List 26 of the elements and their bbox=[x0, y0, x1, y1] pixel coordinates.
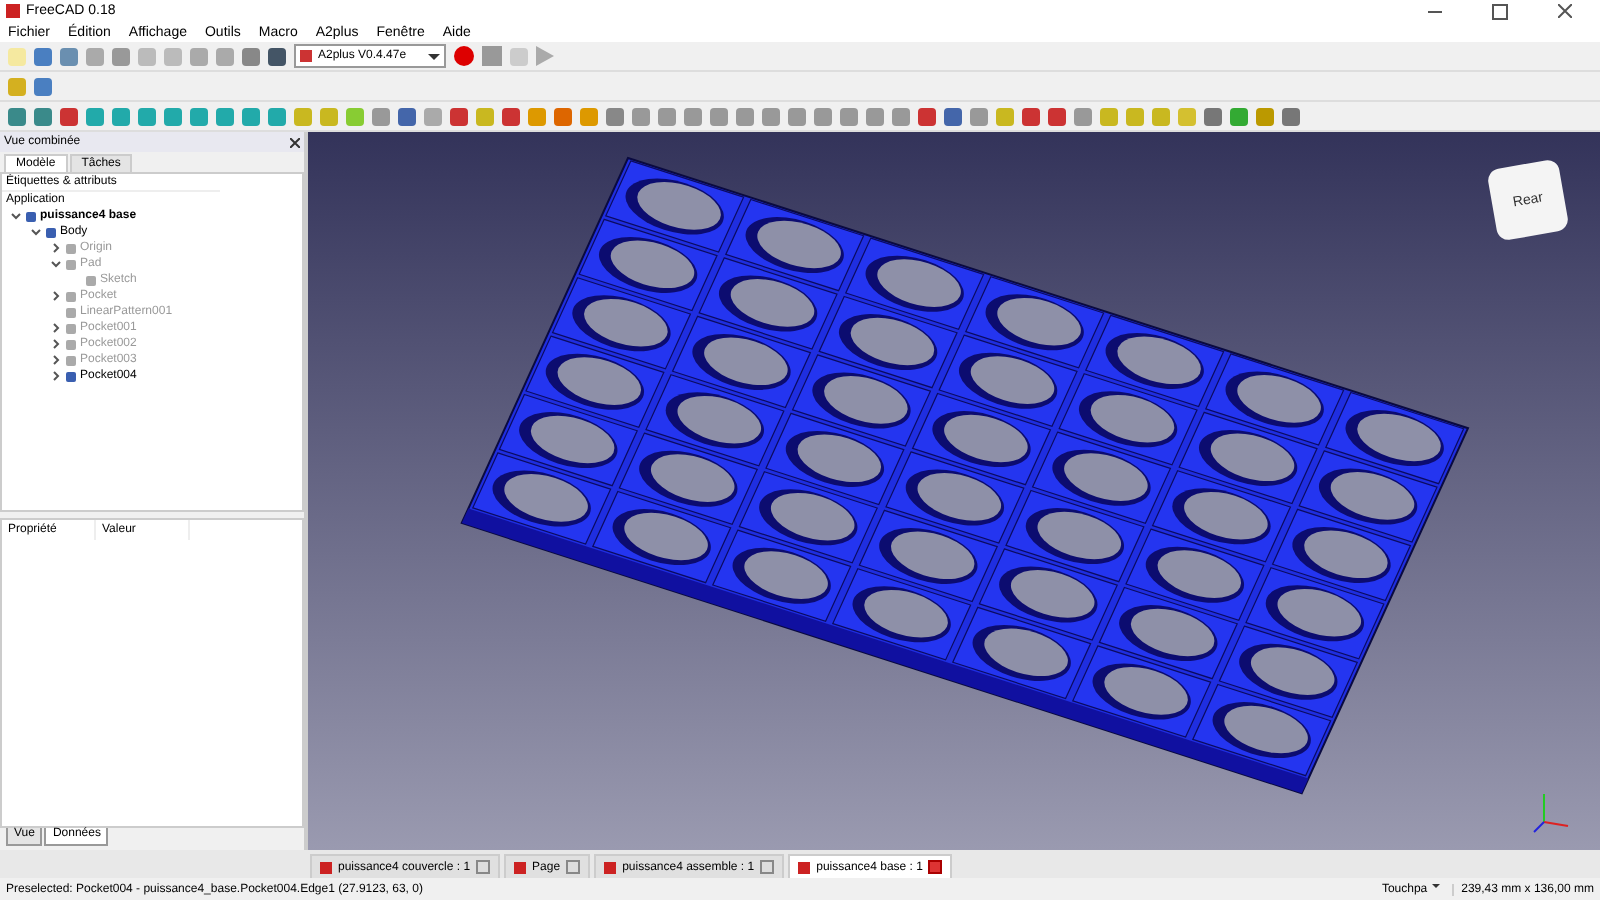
document-icon bbox=[514, 861, 527, 873]
document-icon bbox=[320, 861, 332, 873]
document-icon bbox=[604, 861, 617, 873]
expand-chevron-icon[interactable] bbox=[50, 242, 62, 254]
part-icon[interactable] bbox=[8, 77, 26, 95]
collapse-chevron-icon[interactable] bbox=[10, 210, 22, 222]
maximize-icon[interactable] bbox=[1492, 3, 1508, 19]
axis-icon bbox=[1532, 790, 1572, 834]
expand-chevron-icon[interactable] bbox=[50, 322, 62, 334]
caret-icon bbox=[428, 53, 440, 65]
play-icon[interactable] bbox=[536, 46, 554, 66]
collapse-chevron-icon[interactable] bbox=[50, 258, 62, 270]
collapse-chevron-icon[interactable] bbox=[30, 226, 42, 238]
folder-icon[interactable] bbox=[34, 77, 52, 95]
close-icon[interactable] bbox=[928, 860, 943, 874]
record-macro-icon[interactable] bbox=[454, 46, 474, 66]
workbench-icon bbox=[300, 50, 312, 62]
document-icon bbox=[798, 861, 811, 873]
expand-chevron-icon[interactable] bbox=[50, 290, 62, 302]
expand-chevron-icon[interactable] bbox=[50, 370, 62, 382]
expand-chevron-icon[interactable] bbox=[50, 354, 62, 366]
close-icon[interactable] bbox=[290, 137, 300, 147]
close-icon[interactable] bbox=[1558, 4, 1572, 18]
expand-chevron-icon[interactable] bbox=[50, 338, 62, 350]
app-logo-icon bbox=[6, 4, 20, 18]
edit-macro-icon[interactable] bbox=[510, 47, 528, 65]
